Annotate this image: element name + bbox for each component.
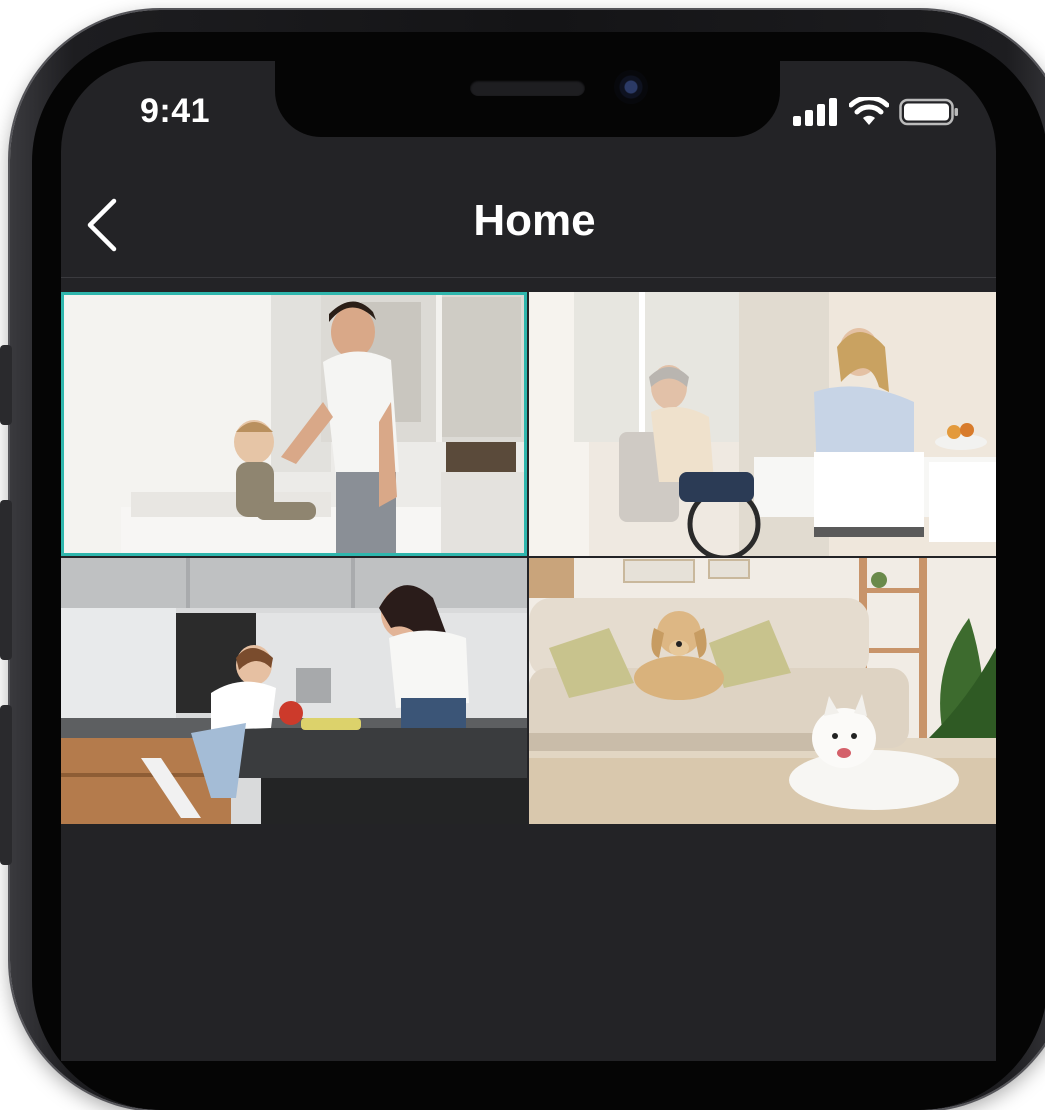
status-icons (793, 96, 959, 128)
battery-icon (899, 98, 958, 126)
mute-switch (0, 345, 12, 425)
camera-tile-kitchen[interactable] (61, 558, 527, 824)
earpiece-speaker (470, 80, 585, 96)
status-time: 9:41 (140, 92, 211, 130)
notch (275, 61, 780, 137)
camera-tile-dining-room[interactable] (529, 292, 996, 556)
wifi-icon (849, 97, 889, 125)
signal-icon (793, 98, 837, 126)
camera-tile-living-room[interactable] (529, 558, 996, 824)
page-title: Home (473, 196, 596, 245)
camera-tile-nursery[interactable] (61, 292, 527, 556)
front-camera (614, 70, 648, 104)
nursery-camera-feed (61, 292, 527, 556)
kitchen-camera-feed (61, 558, 527, 824)
dining-room-camera-feed (529, 292, 996, 556)
camera-grid (61, 292, 996, 824)
volume-up-button (0, 500, 12, 660)
living-room-camera-feed (529, 558, 996, 824)
volume-down-button (0, 705, 12, 865)
